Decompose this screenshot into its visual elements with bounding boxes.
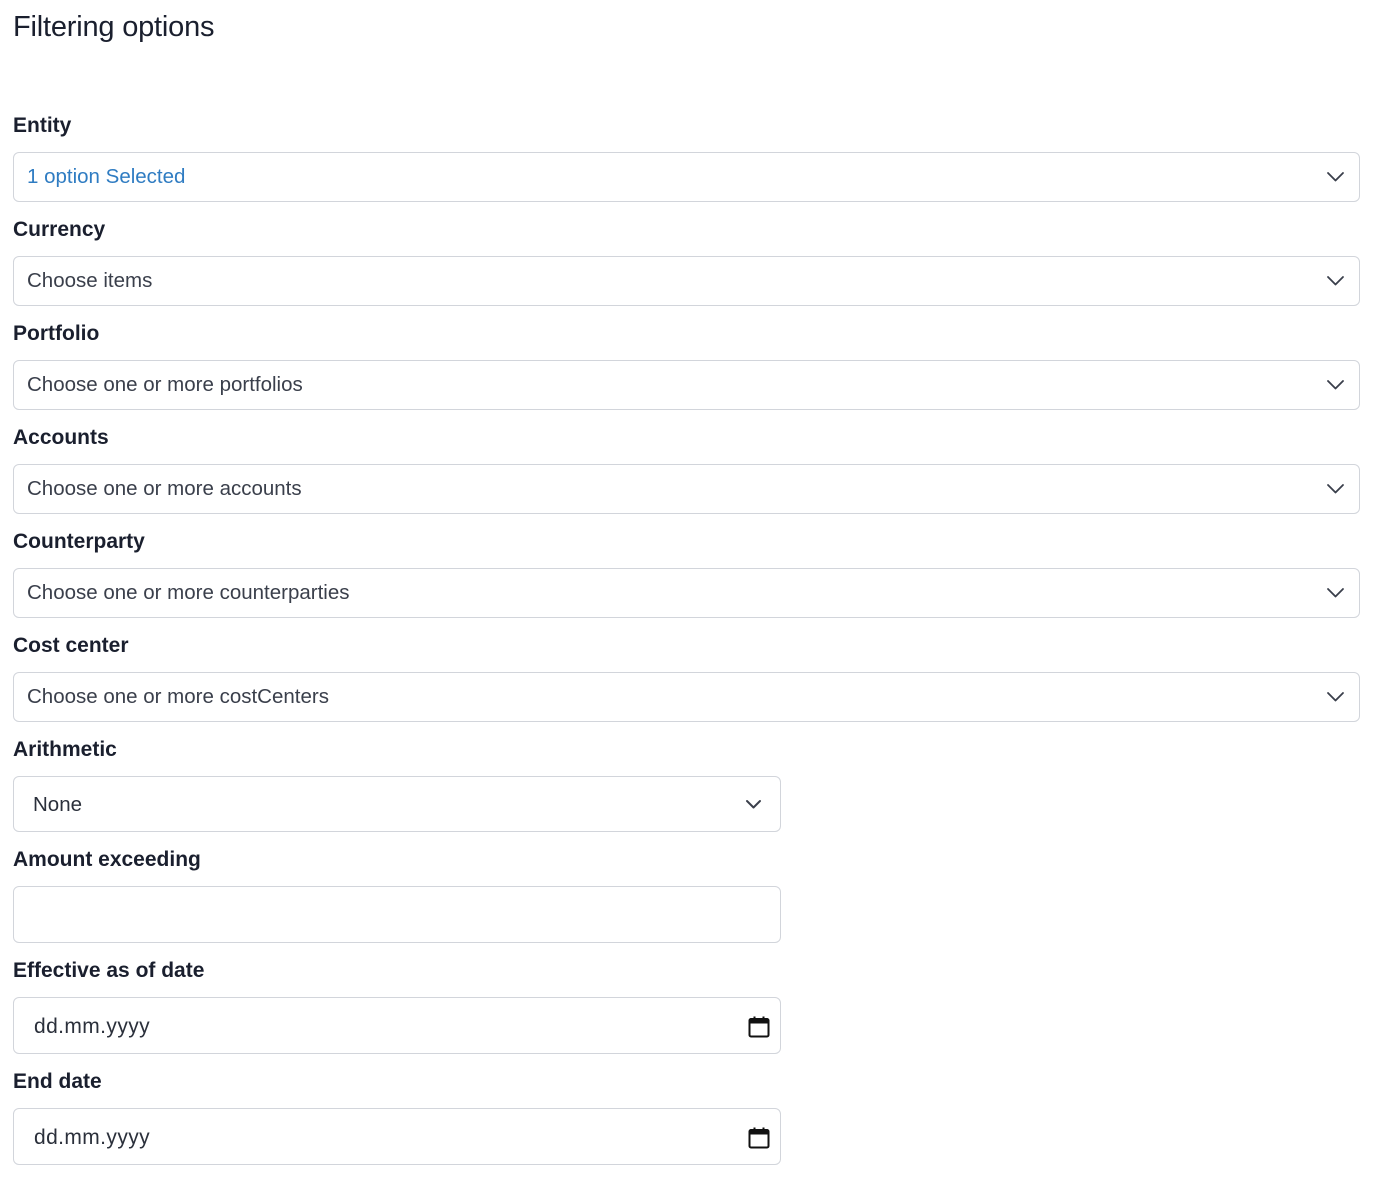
chevron-down-icon — [1327, 692, 1344, 702]
effective-date-placeholder: dd.mm.yyyy — [34, 1015, 151, 1038]
portfolio-label: Portfolio — [13, 322, 100, 345]
end-date-input[interactable]: dd.mm.yyyy — [13, 1108, 781, 1165]
currency-label: Currency — [13, 218, 106, 241]
portfolio-select[interactable]: Choose one or more portfolios — [13, 360, 1360, 410]
chevron-down-icon — [1327, 484, 1344, 494]
portfolio-select-placeholder: Choose one or more portfolios — [27, 373, 303, 396]
amount-exceeding-input[interactable] — [13, 886, 781, 943]
end-date-placeholder: dd.mm.yyyy — [34, 1126, 151, 1149]
chevron-down-icon — [1327, 172, 1344, 182]
calendar-icon[interactable] — [747, 1015, 771, 1039]
currency-select-placeholder: Choose items — [27, 269, 153, 292]
chevron-down-icon — [1327, 276, 1344, 286]
chevron-down-icon — [1327, 380, 1344, 390]
counterparty-select-placeholder: Choose one or more counterparties — [27, 581, 350, 604]
cost-center-select-placeholder: Choose one or more costCenters — [27, 685, 329, 708]
entity-select[interactable]: 1 option Selected — [13, 152, 1360, 202]
chevron-down-icon — [1327, 588, 1344, 598]
arithmetic-label: Arithmetic — [13, 738, 117, 761]
effective-date-label: Effective as of date — [13, 959, 205, 982]
accounts-select-placeholder: Choose one or more accounts — [27, 477, 302, 500]
counterparty-label: Counterparty — [13, 530, 145, 553]
effective-date-input[interactable]: dd.mm.yyyy — [13, 997, 781, 1054]
calendar-icon[interactable] — [747, 1126, 771, 1150]
currency-select[interactable]: Choose items — [13, 256, 1360, 306]
arithmetic-select-value: None — [33, 793, 83, 816]
entity-select-value: 1 option Selected — [27, 165, 186, 188]
arithmetic-select[interactable]: None — [13, 776, 781, 832]
amount-exceeding-label: Amount exceeding — [13, 848, 201, 871]
cost-center-label: Cost center — [13, 634, 129, 657]
counterparty-select[interactable]: Choose one or more counterparties — [13, 568, 1360, 618]
entity-label: Entity — [13, 114, 72, 137]
accounts-label: Accounts — [13, 426, 109, 449]
cost-center-select[interactable]: Choose one or more costCenters — [13, 672, 1360, 722]
accounts-select[interactable]: Choose one or more accounts — [13, 464, 1360, 514]
end-date-label: End date — [13, 1070, 102, 1093]
chevron-down-icon — [746, 800, 761, 809]
page-title: Filtering options — [13, 11, 215, 43]
